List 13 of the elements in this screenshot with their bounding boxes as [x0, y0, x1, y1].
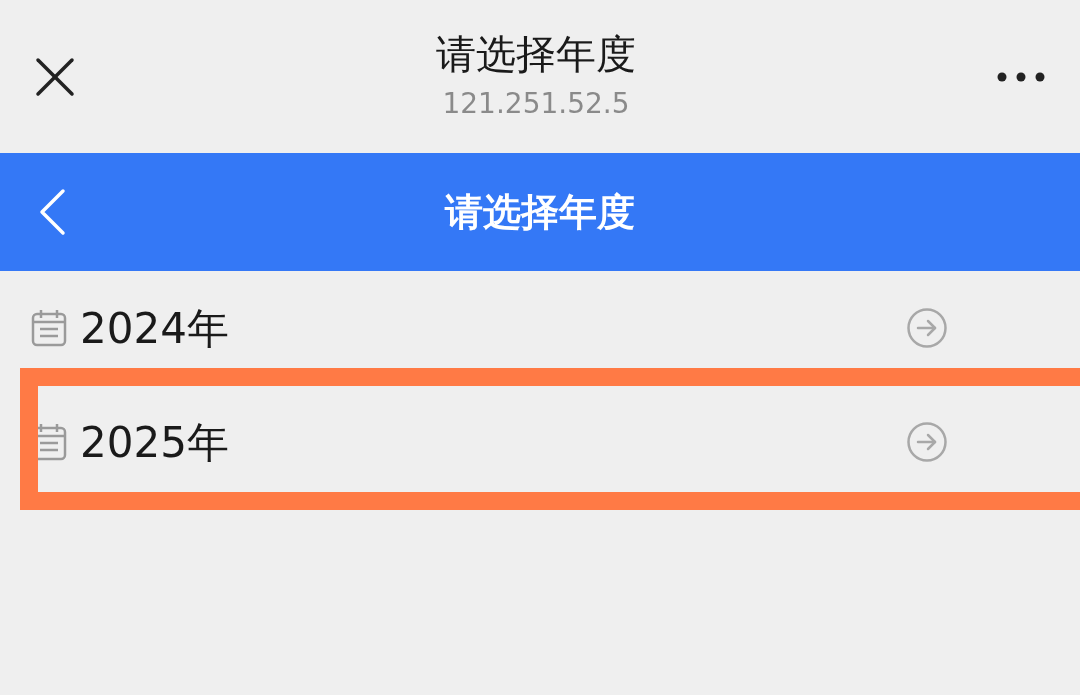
page-address: 121.251.52.5 — [442, 85, 630, 122]
close-button[interactable] — [34, 55, 76, 98]
year-label[interactable]: 2025年 — [80, 410, 906, 474]
year-label[interactable]: 2024年 — [80, 296, 906, 360]
more-icon — [997, 71, 1045, 82]
header-title: 请选择年度 — [443, 188, 636, 236]
arrow-right-circle-icon[interactable] — [906, 421, 948, 463]
back-button[interactable] — [38, 187, 68, 237]
back-icon — [38, 188, 66, 236]
calendar-icon — [30, 308, 68, 348]
close-icon — [35, 56, 75, 97]
page-title: 请选择年度 — [436, 29, 636, 79]
arrow-right-circle-icon[interactable] — [906, 307, 948, 349]
